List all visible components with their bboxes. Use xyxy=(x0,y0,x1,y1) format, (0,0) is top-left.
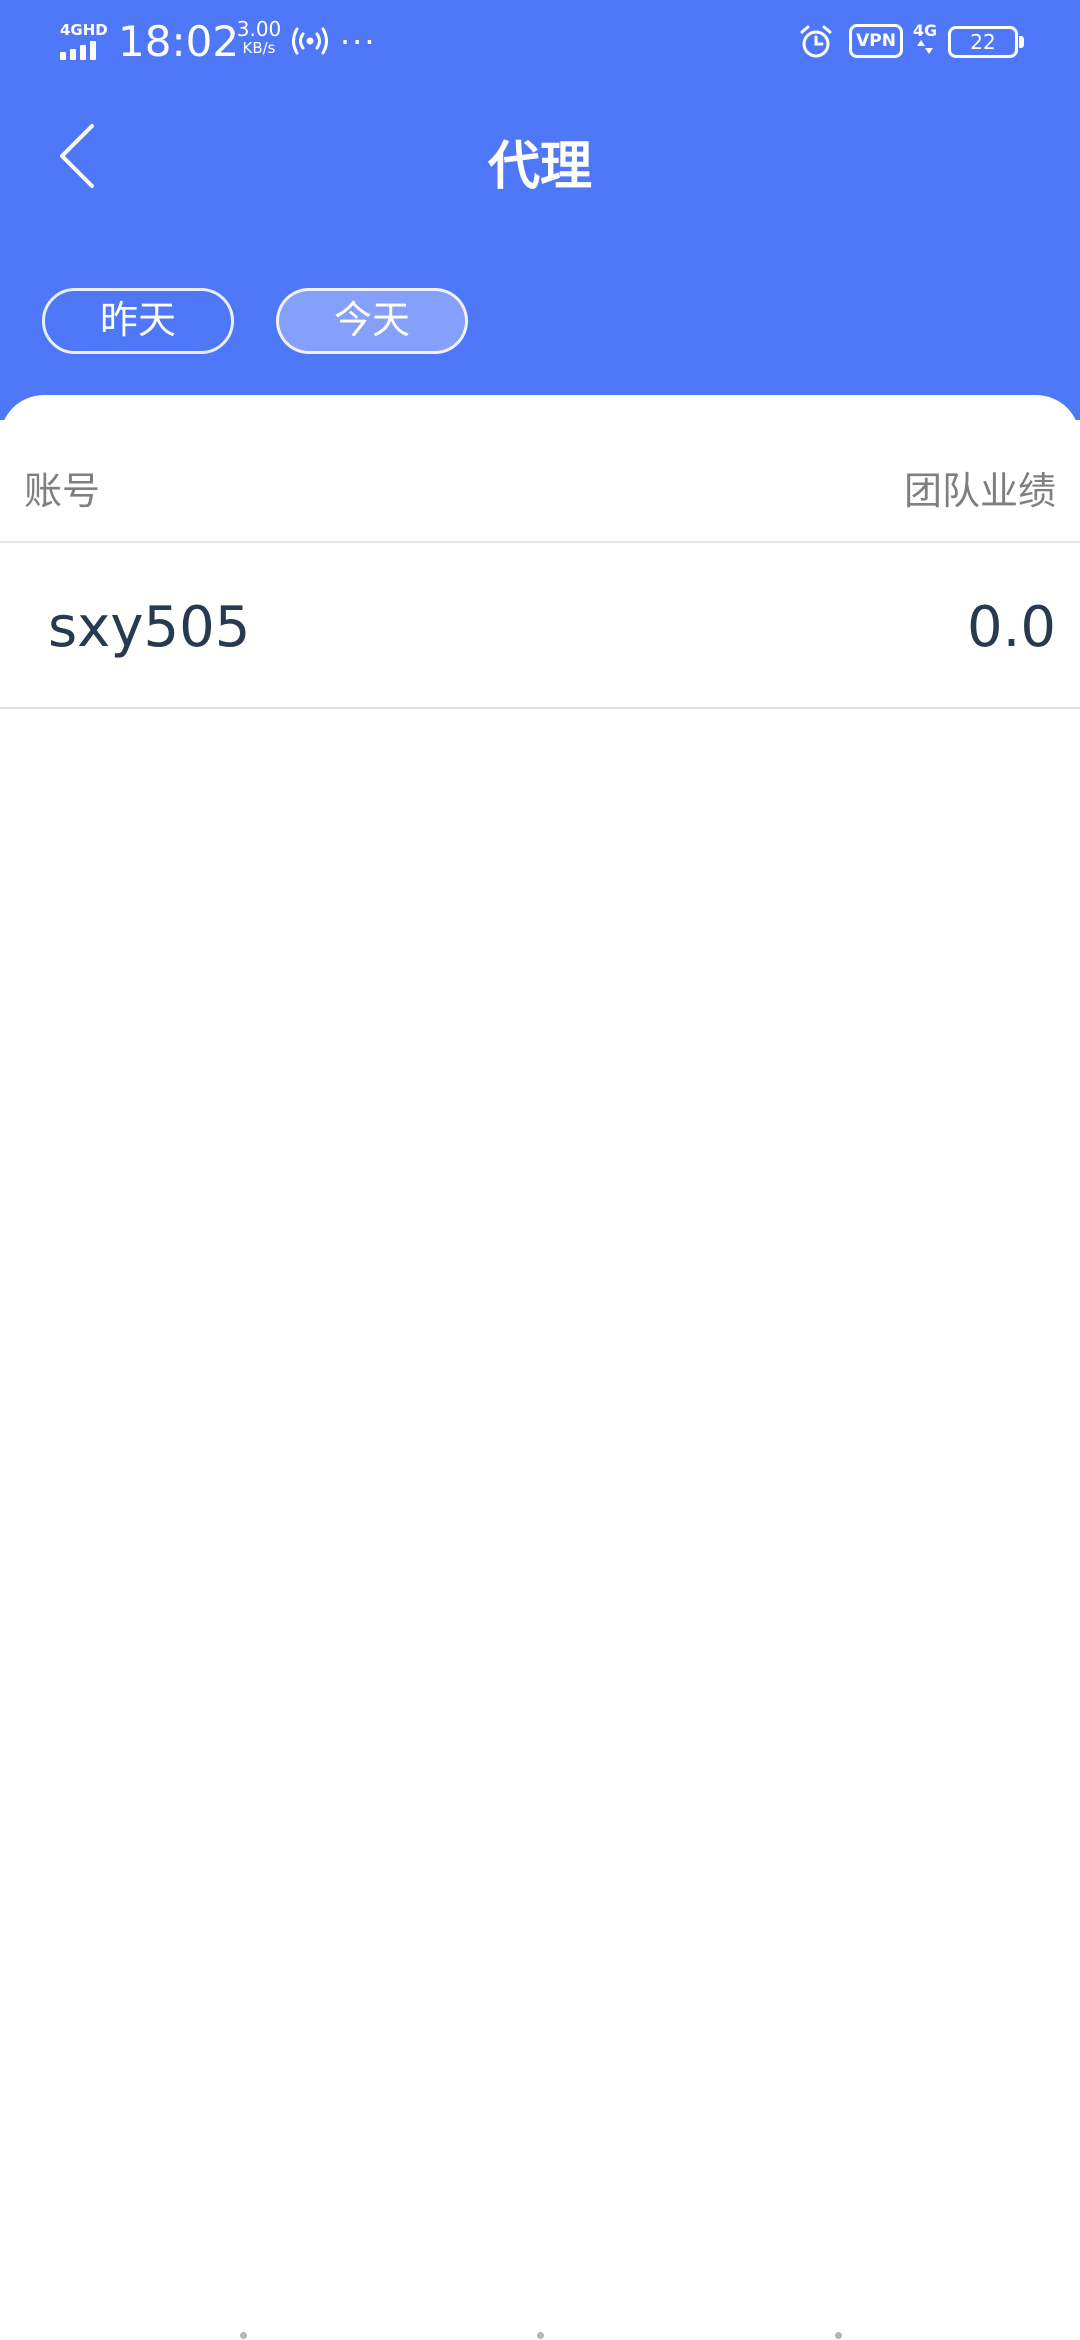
more-notifications-icon: ··· xyxy=(340,23,377,61)
alarm-icon xyxy=(800,25,832,58)
signal-bars-icon xyxy=(60,41,96,60)
mobile-data-indicator: 4G xyxy=(912,22,938,54)
battery-icon: 22 xyxy=(948,26,1024,58)
nav-indicator-dot xyxy=(537,2332,544,2339)
network-tag: 4GHD xyxy=(60,21,108,39)
account-cell: sxy505 xyxy=(48,595,251,660)
nav-indicator-dot xyxy=(240,2332,247,2339)
team-performance-cell: 0.0 xyxy=(966,595,1056,660)
hotspot-icon xyxy=(292,27,328,55)
status-bar: 4GHD 18:02 3.00 KB/s ··· VPN 4G 22 xyxy=(0,0,1080,84)
data-arrows-icon xyxy=(917,40,933,54)
cellular-signal: 4GHD xyxy=(60,22,108,60)
tab-today[interactable]: 今天 xyxy=(276,288,468,354)
battery-level: 22 xyxy=(970,30,996,54)
table-header: 账号 团队业绩 xyxy=(0,451,1080,543)
battery-nub xyxy=(1019,36,1024,48)
content-card: 账号 团队业绩 sxy505 0.0 xyxy=(0,395,1080,2340)
column-header-account: 账号 xyxy=(24,469,101,513)
column-header-team-performance: 团队业绩 xyxy=(903,469,1056,513)
nav-indicator-dot xyxy=(835,2332,842,2339)
network-type: 4G xyxy=(912,21,938,40)
network-speed: 3.00 KB/s xyxy=(234,17,284,58)
vpn-badge: VPN xyxy=(849,24,903,58)
table-row[interactable]: sxy505 0.0 xyxy=(0,543,1080,709)
status-time: 18:02 xyxy=(118,17,240,66)
speed-value: 3.00 xyxy=(236,17,282,41)
tab-yesterday[interactable]: 昨天 xyxy=(42,288,234,354)
page-title: 代理 xyxy=(487,137,592,197)
speed-unit: KB/s xyxy=(242,39,276,57)
